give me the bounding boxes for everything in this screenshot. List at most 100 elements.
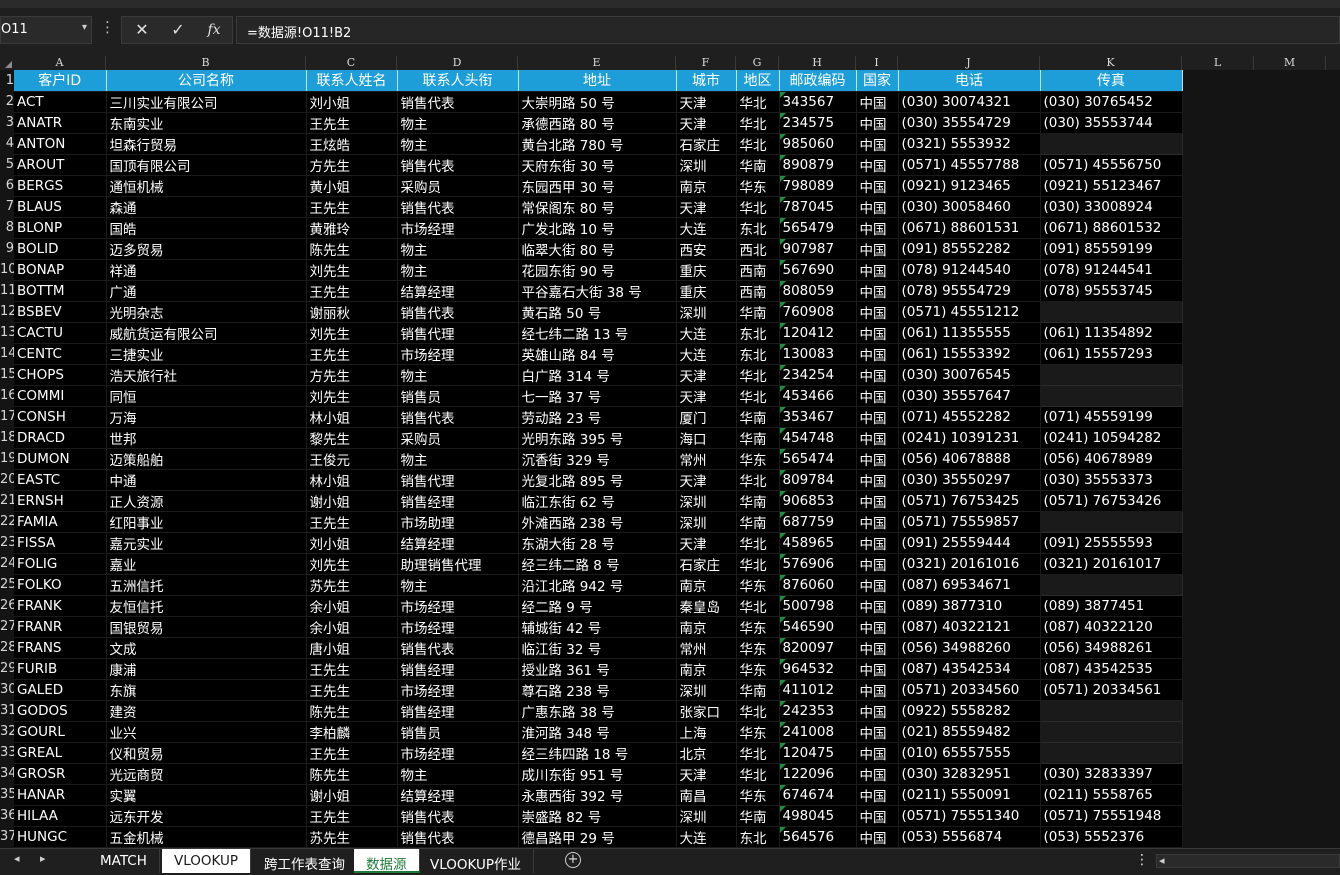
cell-company-name[interactable]: 森通 xyxy=(106,196,307,218)
enter-icon[interactable]: ✓ xyxy=(160,16,196,44)
cell-region[interactable]: 华南 xyxy=(736,679,780,701)
cell-city[interactable]: 大连 xyxy=(676,217,737,239)
row-header[interactable]: 16 xyxy=(0,385,14,406)
cell-city[interactable]: 常州 xyxy=(676,448,737,470)
cell-address[interactable]: 大崇明路 50 号 xyxy=(518,91,677,113)
cell-postal-code[interactable]: 564576 xyxy=(779,826,857,848)
cell-contact-name[interactable]: 方先生 xyxy=(306,364,398,386)
header-cell-city[interactable]: 城市 xyxy=(676,70,737,92)
cell-customer-id[interactable]: FURIB xyxy=(14,658,107,680)
cell-address[interactable]: 广惠东路 38 号 xyxy=(518,700,677,722)
cell-contact-name[interactable]: 谢丽秋 xyxy=(306,301,398,323)
cell-postal-code[interactable]: 876060 xyxy=(779,574,857,596)
row-header[interactable]: 25 xyxy=(0,574,14,595)
cell-fax[interactable]: (030) 32833397 xyxy=(1040,763,1183,785)
cell-contact-name[interactable]: 王先生 xyxy=(306,679,398,701)
cell-city[interactable]: 南昌 xyxy=(676,784,737,806)
cell-city[interactable]: 上海 xyxy=(676,721,737,743)
cell-city[interactable]: 南京 xyxy=(676,658,737,680)
cell-company-name[interactable]: 迈策船舶 xyxy=(106,448,307,470)
next-sheet-icon[interactable]: ▸ xyxy=(40,852,46,865)
cell-company-name[interactable]: 浩天旅行社 xyxy=(106,364,307,386)
cell-address[interactable]: 崇盛路 82 号 xyxy=(518,805,677,827)
row-header[interactable]: 21 xyxy=(0,490,14,511)
cell-contact-name[interactable]: 黄雅玲 xyxy=(306,217,398,239)
cell-contact-name[interactable]: 王先生 xyxy=(306,742,398,764)
cell-customer-id[interactable]: DUMON xyxy=(14,448,107,470)
cell-company-name[interactable]: 国顶有限公司 xyxy=(106,154,307,176)
cell-region[interactable]: 华东 xyxy=(736,637,780,659)
cell-phone[interactable]: (053) 5556874 xyxy=(898,826,1041,848)
cell-company-name[interactable]: 东南实业 xyxy=(106,112,307,134)
row-header[interactable]: 15 xyxy=(0,364,14,385)
cell-customer-id[interactable]: EASTC xyxy=(14,469,107,491)
row-header[interactable]: 4 xyxy=(0,133,14,154)
cell-region[interactable]: 东北 xyxy=(736,322,780,344)
cell-postal-code[interactable]: 890879 xyxy=(779,154,857,176)
row-header[interactable]: 37 xyxy=(0,826,14,847)
cell-region[interactable]: 华南 xyxy=(736,490,780,512)
cell-region[interactable]: 华北 xyxy=(736,469,780,491)
cell-fax[interactable]: (030) 35553373 xyxy=(1040,469,1183,491)
cell-customer-id[interactable]: CONSH xyxy=(14,406,107,428)
cell-contact-name[interactable]: 陈先生 xyxy=(306,238,398,260)
row-header[interactable]: 30 xyxy=(0,679,14,700)
cell-postal-code[interactable]: 964532 xyxy=(779,658,857,680)
cell-customer-id[interactable]: BLONP xyxy=(14,217,107,239)
cell-postal-code[interactable]: 809784 xyxy=(779,469,857,491)
row-header[interactable]: 8 xyxy=(0,217,14,238)
cell-contact-name[interactable]: 王先生 xyxy=(306,658,398,680)
cell-address[interactable]: 经二路 9 号 xyxy=(518,595,677,617)
cell-country[interactable]: 中国 xyxy=(856,448,899,470)
cell-address[interactable]: 七一路 37 号 xyxy=(518,385,677,407)
cell-country[interactable]: 中国 xyxy=(856,742,899,764)
cell-customer-id[interactable]: AROUT xyxy=(14,154,107,176)
cell-address[interactable]: 光复北路 895 号 xyxy=(518,469,677,491)
cell-company-name[interactable]: 同恒 xyxy=(106,385,307,407)
cell-fax[interactable]: (061) 15557293 xyxy=(1040,343,1183,365)
cell-region[interactable]: 华东 xyxy=(736,784,780,806)
cell-region[interactable]: 西南 xyxy=(736,259,780,281)
cell-postal-code[interactable]: 241008 xyxy=(779,721,857,743)
cell-country[interactable]: 中国 xyxy=(856,112,899,134)
cell-phone[interactable]: (030) 30076545 xyxy=(898,364,1041,386)
cell-contact-title[interactable]: 物主 xyxy=(397,763,519,785)
cell-city[interactable]: 深圳 xyxy=(676,490,737,512)
row-header[interactable]: 14 xyxy=(0,343,14,364)
cell-contact-title[interactable]: 销售经理 xyxy=(397,700,519,722)
cell-country[interactable]: 中国 xyxy=(856,490,899,512)
cell-city[interactable]: 北京 xyxy=(676,742,737,764)
cell-address[interactable]: 承德西路 80 号 xyxy=(518,112,677,134)
cell-company-name[interactable]: 实翼 xyxy=(106,784,307,806)
cell-customer-id[interactable]: CACTU xyxy=(14,322,107,344)
cell-customer-id[interactable]: ACT xyxy=(14,91,107,113)
cell-phone[interactable]: (078) 95554729 xyxy=(898,280,1041,302)
cell-region[interactable]: 华北 xyxy=(736,385,780,407)
cell-fax[interactable] xyxy=(1040,700,1183,722)
cell-postal-code[interactable]: 687759 xyxy=(779,511,857,533)
cell-address[interactable]: 花园东街 90 号 xyxy=(518,259,677,281)
cell-customer-id[interactable]: DRACD xyxy=(14,427,107,449)
cell-country[interactable]: 中国 xyxy=(856,238,899,260)
tab-cross-sheet-lookup[interactable]: 跨工作表查询 xyxy=(252,849,358,873)
cell-company-name[interactable]: 友恒信托 xyxy=(106,595,307,617)
cell-customer-id[interactable]: BOTTM xyxy=(14,280,107,302)
cell-country[interactable]: 中国 xyxy=(856,595,899,617)
column-header-e[interactable]: E xyxy=(518,56,676,70)
row-header[interactable]: 12 xyxy=(0,301,14,322)
cell-city[interactable]: 天津 xyxy=(676,469,737,491)
cell-country[interactable]: 中国 xyxy=(856,91,899,113)
cell-company-name[interactable]: 五洲信托 xyxy=(106,574,307,596)
cell-fax[interactable] xyxy=(1040,301,1183,323)
cell-region[interactable]: 华北 xyxy=(736,532,780,554)
cell-contact-title[interactable]: 物主 xyxy=(397,574,519,596)
cell-postal-code[interactable]: 120412 xyxy=(779,322,857,344)
cell-company-name[interactable]: 嘉元实业 xyxy=(106,532,307,554)
row-header[interactable]: 2 xyxy=(0,91,14,112)
cell-customer-id[interactable]: ANTON xyxy=(14,133,107,155)
cell-postal-code[interactable]: 411012 xyxy=(779,679,857,701)
header-cell-customer-id[interactable]: 客户ID xyxy=(14,70,107,92)
cell-region[interactable]: 西南 xyxy=(736,280,780,302)
cell-region[interactable]: 华南 xyxy=(736,511,780,533)
add-sheet-icon[interactable]: + xyxy=(565,852,581,868)
